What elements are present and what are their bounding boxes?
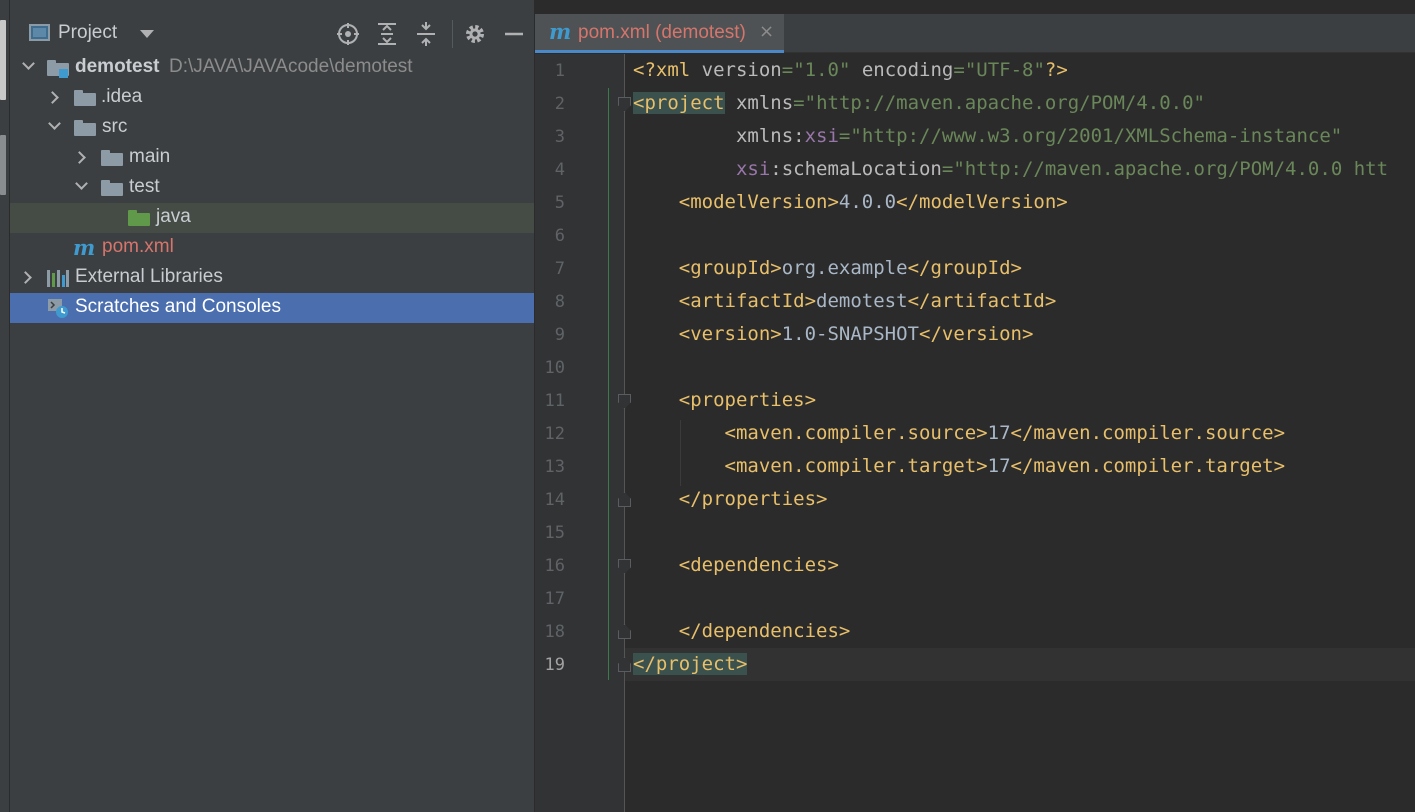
line-number: 18	[544, 622, 565, 642]
line-number: 9	[554, 325, 565, 345]
close-icon[interactable]: ×	[759, 21, 774, 42]
tab-pom-xml[interactable]: m pom.xml (demotest) ×	[535, 14, 784, 53]
chevron-right-icon[interactable]	[73, 151, 86, 164]
code-line-13: <maven.compiler.target>17</maven.compile…	[724, 455, 1286, 477]
line-number: 12	[544, 424, 565, 444]
project-panel: Project demotest D:\JAVA\JAVAcode\demote…	[10, 0, 534, 812]
project-panel-header: Project	[10, 14, 534, 54]
folder-icon	[74, 90, 96, 106]
code-line-3: xmlns:xsi="http://www.w3.org/2001/XMLSch…	[735, 125, 1343, 147]
code-line-5: <modelVersion>4.0.0</modelVersion>	[678, 191, 1068, 213]
project-view-icon	[29, 24, 50, 41]
project-panel-title[interactable]: Project	[58, 22, 117, 44]
tree-item-external-libraries[interactable]: External Libraries	[10, 263, 534, 293]
tree-item-demotest[interactable]: demotest D:\JAVA\JAVAcode\demotest	[10, 53, 534, 83]
line-number: 15	[544, 523, 565, 543]
libraries-icon	[47, 270, 69, 287]
expand-all-icon[interactable]	[375, 22, 399, 46]
line-number: 13	[544, 457, 565, 477]
line-number: 8	[554, 292, 565, 312]
code-line-8: <artifactId>demotest</artifactId>	[678, 290, 1057, 312]
toolbar-divider	[452, 20, 453, 48]
code-line-4: xsi:schemaLocation="http://maven.apache.…	[735, 158, 1389, 180]
code-line-16: <dependencies>	[678, 554, 839, 576]
line-number: 10	[544, 358, 565, 378]
folder-icon	[101, 180, 123, 196]
chevron-right-icon[interactable]	[19, 271, 32, 284]
chevron-down-icon[interactable]	[75, 177, 88, 190]
chevron-down-icon[interactable]	[140, 30, 154, 38]
tree-item-label: main	[129, 146, 171, 167]
maven-icon: m	[549, 19, 572, 44]
tree-item-label: test	[129, 176, 160, 197]
collapse-all-icon[interactable]	[414, 22, 438, 46]
tree-item-test[interactable]: test	[10, 173, 534, 203]
code-line-7: <groupId>org.example</groupId>	[678, 257, 1022, 279]
tree-item-main[interactable]: main	[10, 143, 534, 173]
gear-icon[interactable]	[463, 22, 487, 46]
commit-tool-window-button[interactable]	[0, 135, 6, 195]
tree-item-label: .idea	[101, 86, 143, 107]
code-line-12: <maven.compiler.source>17</maven.compile…	[724, 422, 1286, 444]
project-path: D:\JAVA\JAVAcode\demotest	[169, 56, 413, 77]
line-number: 2	[554, 94, 565, 114]
chevron-down-icon[interactable]	[48, 117, 61, 130]
tree-item-scratches-and-consoles[interactable]: Scratches and Consoles	[10, 293, 534, 323]
chevron-right-icon[interactable]	[46, 91, 59, 104]
maven-icon: m	[73, 235, 96, 260]
code-line-11: <properties>	[678, 389, 817, 411]
chevron-down-icon[interactable]	[22, 57, 35, 70]
line-number: 11	[544, 391, 565, 411]
code-line-14: </properties>	[678, 488, 828, 510]
code-line-1: <?xml version="1.0" encoding="UTF-8"?>	[633, 59, 1068, 81]
tag-match-indicator	[608, 88, 609, 680]
minimize-icon[interactable]	[502, 22, 526, 46]
folder-icon	[101, 150, 123, 166]
line-number: 7	[554, 259, 565, 279]
tree-item-label: External Libraries	[75, 266, 223, 287]
module-folder-icon	[47, 60, 69, 78]
tree-item-label: src	[102, 116, 128, 137]
code-line-18: </dependencies>	[678, 620, 851, 642]
line-number-active: 19	[544, 655, 565, 675]
line-number: 5	[554, 193, 565, 213]
code-line-2: <project xmlns="http://maven.apache.org/…	[633, 92, 1205, 114]
scratches-icon	[48, 299, 68, 318]
code-line-9: <version>1.0-SNAPSHOT</version>	[678, 323, 1034, 345]
tree-item-idea[interactable]: .idea	[10, 83, 534, 113]
line-number: 16	[544, 556, 565, 576]
line-number: 4	[554, 160, 565, 180]
folder-icon	[74, 120, 96, 136]
line-number: 6	[554, 226, 565, 246]
line-number: 3	[554, 127, 565, 147]
line-number: 1	[554, 61, 565, 81]
tree-item-label: pom.xml	[102, 236, 174, 257]
project-tool-window-button[interactable]	[0, 20, 6, 100]
line-number: 17	[544, 589, 565, 609]
line-number: 14	[544, 490, 565, 510]
locate-icon[interactable]	[336, 22, 360, 46]
test-sources-folder-icon	[128, 210, 150, 226]
tree-item-java[interactable]: java	[10, 203, 534, 233]
tree-item-pom-xml[interactable]: m pom.xml	[10, 233, 534, 263]
code-line-19: </project>	[633, 653, 748, 675]
tree-item-label: Scratches and Consoles	[75, 296, 281, 317]
tool-window-strip	[0, 0, 10, 812]
tree-item-src[interactable]: src	[10, 113, 534, 143]
tab-label: pom.xml (demotest)	[578, 22, 746, 43]
tree-item-label: java	[156, 206, 191, 227]
tree-item-label: demotest	[75, 56, 160, 77]
editor-tab-bar: m pom.xml (demotest) ×	[535, 14, 1415, 53]
